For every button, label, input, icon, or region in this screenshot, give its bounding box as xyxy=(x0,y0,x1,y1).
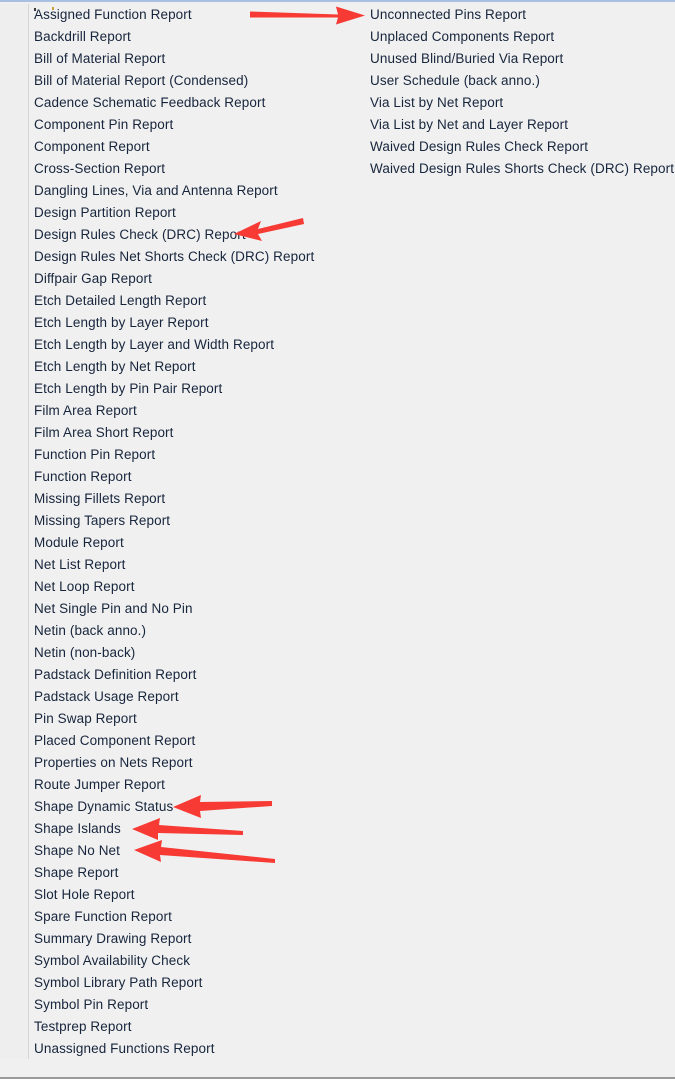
report-list-item[interactable]: Etch Length by Layer Report xyxy=(34,312,364,334)
report-list-item[interactable]: Net Loop Report xyxy=(34,576,364,598)
report-list-item[interactable]: Pin Swap Report xyxy=(34,708,364,730)
report-list-item[interactable]: Bill of Material Report xyxy=(34,48,364,70)
report-list-item[interactable]: Unconnected Pins Report xyxy=(370,4,670,26)
report-list-item[interactable]: Function Pin Report xyxy=(34,444,364,466)
report-list-item[interactable]: Function Report xyxy=(34,466,364,488)
reports-list-panel: Assigned Function Report Backdrill Report… xyxy=(0,0,675,1079)
report-list-item[interactable]: Component Report xyxy=(34,136,364,158)
report-list-item[interactable]: Net Single Pin and No Pin xyxy=(34,598,364,620)
report-list-item[interactable]: Symbol Pin Report xyxy=(34,994,364,1016)
report-list-item[interactable]: Symbol Availability Check xyxy=(34,950,364,972)
report-list-item[interactable]: Design Rules Check (DRC) Report xyxy=(34,224,364,246)
report-list-item[interactable]: Diffpair Gap Report xyxy=(34,268,364,290)
report-list-item[interactable]: User Schedule (back anno.) xyxy=(370,70,670,92)
report-list-item[interactable]: Waived Design Rules Check Report xyxy=(370,136,670,158)
report-list-item[interactable]: Missing Tapers Report xyxy=(34,510,364,532)
gutter-divider xyxy=(28,4,29,1059)
report-list-item[interactable]: Cadence Schematic Feedback Report xyxy=(34,92,364,114)
report-list-item[interactable]: Spare Function Report xyxy=(34,906,364,928)
report-list-item[interactable]: Design Partition Report xyxy=(34,202,364,224)
report-list-item[interactable]: Film Area Report xyxy=(34,400,364,422)
report-list-item[interactable]: Summary Drawing Report xyxy=(34,928,364,950)
report-list-item[interactable]: Etch Length by Net Report xyxy=(34,356,364,378)
report-list-item[interactable]: Missing Fillets Report xyxy=(34,488,364,510)
report-list-item[interactable]: Shape No Net xyxy=(34,840,364,862)
report-list-item[interactable]: Shape Dynamic Status xyxy=(34,796,364,818)
report-list-item[interactable]: Shape Islands xyxy=(34,818,364,840)
report-list-item[interactable]: Design Rules Net Shorts Check (DRC) Repo… xyxy=(34,246,364,268)
report-list-item[interactable]: Shape Report xyxy=(34,862,364,884)
report-list-item[interactable]: Net List Report xyxy=(34,554,364,576)
report-list-item[interactable]: Placed Component Report xyxy=(34,730,364,752)
report-list-item[interactable]: Unassigned Functions Report xyxy=(34,1038,364,1060)
report-list-item[interactable]: Route Jumper Report xyxy=(34,774,364,796)
report-list-item[interactable]: Etch Length by Layer and Width Report xyxy=(34,334,364,356)
report-list-item[interactable]: Padstack Definition Report xyxy=(34,664,364,686)
report-list-item[interactable]: Via List by Net Report xyxy=(370,92,670,114)
report-list-item[interactable]: Slot Hole Report xyxy=(34,884,364,906)
report-list-item[interactable]: Waived Design Rules Shorts Check (DRC) R… xyxy=(370,158,674,180)
report-list-item[interactable]: Etch Detailed Length Report xyxy=(34,290,364,312)
report-list-item[interactable]: Etch Length by Pin Pair Report xyxy=(34,378,364,400)
report-list-item[interactable]: Component Pin Report xyxy=(34,114,364,136)
report-list-item[interactable]: Padstack Usage Report xyxy=(34,686,364,708)
report-list-item[interactable]: Film Area Short Report xyxy=(34,422,364,444)
report-list-item[interactable]: Properties on Nets Report xyxy=(34,752,364,774)
report-list-item[interactable]: Unplaced Components Report xyxy=(370,26,670,48)
reports-column-right: Unconnected Pins Report Unplaced Componen… xyxy=(370,4,674,180)
report-list-item[interactable]: Netin (non-back) xyxy=(34,642,364,664)
report-list-item[interactable]: Symbol Library Path Report xyxy=(34,972,364,994)
report-list-item[interactable]: Testprep Report xyxy=(34,1016,364,1038)
left-gutter xyxy=(0,4,28,1059)
report-list-item[interactable]: Unused Blind/Buried Via Report xyxy=(370,48,670,70)
report-list-item[interactable]: Netin (back anno.) xyxy=(34,620,364,642)
report-list-item[interactable]: Dangling Lines, Via and Antenna Report xyxy=(34,180,364,202)
report-list-item[interactable]: Module Report xyxy=(34,532,364,554)
report-list-item[interactable]: Assigned Function Report xyxy=(34,4,364,26)
report-list-item[interactable]: Via List by Net and Layer Report xyxy=(370,114,670,136)
reports-column-left: Assigned Function Report Backdrill Report… xyxy=(34,4,364,1060)
report-list-item[interactable]: Bill of Material Report (Condensed) xyxy=(34,70,364,92)
report-list-item[interactable]: Backdrill Report xyxy=(34,26,364,48)
report-list-item[interactable]: Cross-Section Report xyxy=(34,158,364,180)
